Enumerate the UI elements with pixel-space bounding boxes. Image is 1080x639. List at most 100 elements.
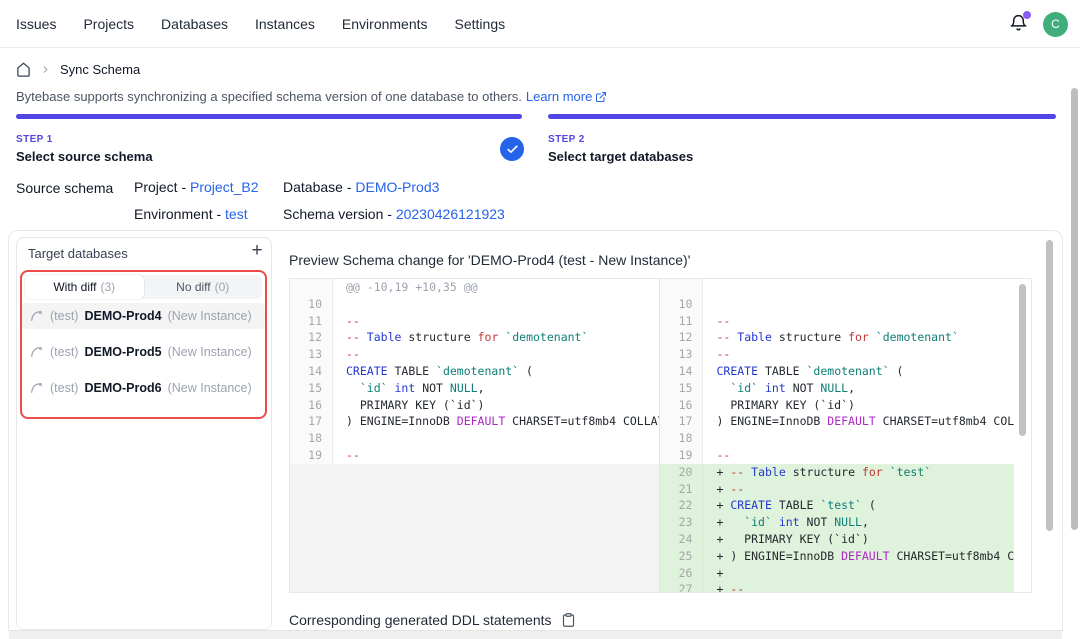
code-content: -- Table structure for `demotenant`	[333, 329, 588, 346]
nav-item-databases[interactable]: Databases	[161, 16, 228, 32]
line-number: 14	[660, 363, 703, 380]
line-number: 25	[660, 548, 703, 565]
diff-line: 20+ -- Table structure for `test`	[660, 464, 1014, 481]
card-scrollbar-thumb[interactable]	[1046, 240, 1053, 531]
code-content: --	[333, 313, 360, 330]
code-content: PRIMARY KEY (`id`)	[333, 397, 484, 414]
diff-empty-region	[290, 464, 659, 592]
line-number: 24	[660, 531, 703, 548]
line-number: 12	[660, 329, 703, 346]
code-content: ) ENGINE=InnoDB DEFAULT CHARSET=utf8mb4 …	[703, 413, 1014, 430]
line-number: 10	[290, 296, 333, 313]
db-name: DEMO-Prod4	[84, 309, 161, 323]
add-target-database-button[interactable]: +	[246, 241, 268, 263]
external-link-icon	[595, 91, 607, 103]
diff-tabs: With diff(3)No diff(0)	[25, 275, 262, 299]
source-field-database: Database - DEMO-Prod3	[283, 179, 505, 195]
line-number: 16	[660, 397, 703, 414]
ddl-section-header: Corresponding generated DDL statements	[289, 612, 576, 628]
code-content: +	[703, 565, 723, 582]
code-content: + --	[703, 581, 744, 592]
code-content	[703, 279, 716, 296]
nav-item-issues[interactable]: Issues	[16, 16, 56, 32]
diff-line: 23+ `id` int NOT NULL,	[660, 514, 1014, 531]
diff-line: 15 `id` int NOT NULL,	[290, 380, 659, 397]
step-2: STEP 2 Select target databases	[548, 134, 693, 164]
code-content: @@ -10,19 +10,35 @@	[333, 279, 478, 296]
code-content: + CREATE TABLE `test` (	[703, 497, 875, 514]
breadcrumb: Sync Schema	[16, 62, 140, 77]
nav-item-instances[interactable]: Instances	[255, 16, 315, 32]
db-environment: (test)	[50, 309, 78, 323]
target-databases-title: Target databases	[28, 246, 128, 261]
code-content	[333, 296, 346, 313]
avatar[interactable]: C	[1043, 12, 1068, 37]
code-content: + ) ENGINE=InnoDB DEFAULT CHARSET=utf8mb…	[703, 548, 1014, 565]
tab-no-diff[interactable]: No diff(0)	[144, 275, 263, 299]
copy-ddl-button[interactable]	[561, 612, 576, 628]
nav-item-environments[interactable]: Environments	[342, 16, 428, 32]
diff-line: 10	[660, 296, 1014, 313]
line-number: 27	[660, 581, 703, 592]
diff-line: @@ -10,19 +10,35 @@	[290, 279, 659, 296]
line-number: 13	[290, 346, 333, 363]
source-field-value-link[interactable]: Project_B2	[190, 179, 258, 195]
diff-line: 12-- Table structure for `demotenant`	[660, 329, 1014, 346]
line-number	[660, 279, 703, 296]
code-content: --	[703, 313, 730, 330]
schema-diff-editor[interactable]: @@ -10,19 +10,35 @@1011--12-- Table stru…	[289, 278, 1032, 593]
line-number: 16	[290, 397, 333, 414]
mysql-icon	[30, 381, 44, 395]
diff-line: 10	[290, 296, 659, 313]
line-number	[290, 279, 333, 296]
code-content: PRIMARY KEY (`id`)	[703, 397, 854, 414]
db-name: DEMO-Prod5	[84, 345, 161, 359]
source-field-project: Project - Project_B2	[134, 179, 283, 195]
target-db-item-demo-prod5[interactable]: (test)DEMO-Prod5(New Instance)	[22, 339, 265, 365]
source-field-value-link[interactable]: 20230426121923	[396, 206, 505, 222]
diff-line: 26+	[660, 565, 1014, 582]
code-content: + PRIMARY KEY (`id`)	[703, 531, 868, 548]
notification-bell-button[interactable]	[1009, 14, 1029, 34]
page-title: Sync Schema	[60, 62, 140, 77]
line-number: 19	[660, 447, 703, 464]
diff-line: 18	[290, 430, 659, 447]
line-number: 21	[660, 481, 703, 498]
target-db-item-demo-prod4[interactable]: (test)DEMO-Prod4(New Instance)	[22, 303, 265, 329]
editor-scroll-gutter	[1014, 279, 1031, 592]
target-database-list: (test)DEMO-Prod4(New Instance)(test)DEMO…	[22, 303, 265, 411]
code-content: --	[703, 447, 730, 464]
diff-line: 17) ENGINE=InnoDB DEFAULT CHARSET=utf8mb…	[290, 413, 659, 430]
line-number: 22	[660, 497, 703, 514]
step1-progress-bar	[16, 114, 522, 119]
source-field-value-link[interactable]: DEMO-Prod3	[355, 179, 439, 195]
diff-line: 14CREATE TABLE `demotenant` (	[660, 363, 1014, 380]
nav-item-projects[interactable]: Projects	[83, 16, 134, 32]
line-number: 11	[290, 313, 333, 330]
page-scrollbar-thumb[interactable]	[1071, 88, 1078, 530]
home-icon[interactable]	[16, 62, 31, 77]
target-db-item-demo-prod6[interactable]: (test)DEMO-Prod6(New Instance)	[22, 375, 265, 401]
code-content: -- Table structure for `demotenant`	[703, 329, 958, 346]
diff-line: 13--	[290, 346, 659, 363]
source-schema-label: Source schema	[16, 179, 134, 222]
line-number: 18	[290, 430, 333, 447]
source-field-value-link[interactable]: test	[225, 206, 248, 222]
sync-schema-page: Issues Projects Databases Instances Environm…	[0, 0, 1080, 639]
code-content: --	[333, 447, 360, 464]
nav-item-settings[interactable]: Settings	[455, 16, 506, 32]
editor-scrollbar-thumb[interactable]	[1019, 284, 1026, 436]
code-content: + -- Table structure for `test`	[703, 464, 931, 481]
line-number: 14	[290, 363, 333, 380]
diff-line: 18	[660, 430, 1014, 447]
learn-more-link[interactable]: Learn more	[526, 89, 607, 104]
line-number: 26	[660, 565, 703, 582]
code-content: CREATE TABLE `demotenant` (	[703, 363, 903, 380]
tab-with-diff[interactable]: With diff(3)	[25, 275, 144, 299]
line-number: 18	[660, 430, 703, 447]
step1-title: Select source schema	[16, 149, 153, 164]
step2-label: STEP 2	[548, 134, 693, 145]
line-number: 20	[660, 464, 703, 481]
diff-line: 16 PRIMARY KEY (`id`)	[290, 397, 659, 414]
check-icon	[506, 143, 519, 156]
